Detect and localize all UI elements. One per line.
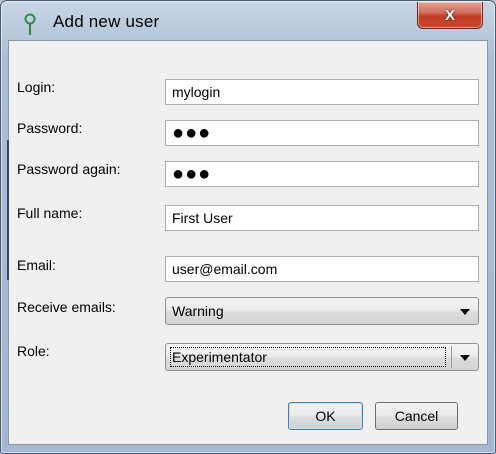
role-select[interactable]: Experimentator <box>165 343 479 371</box>
dropdown-arrow-icon <box>460 309 470 315</box>
login-field[interactable]: mylogin <box>165 79 479 105</box>
title-bar[interactable]: Add new user X <box>1 1 495 41</box>
receive-emails-value: Warning <box>172 303 224 319</box>
cancel-button[interactable]: Cancel <box>375 402 458 430</box>
password-field[interactable]: ●●● <box>165 120 479 146</box>
ok-button[interactable]: OK <box>288 402 363 430</box>
password-label: Password: <box>17 120 83 136</box>
full-name-field[interactable]: First User <box>165 205 479 231</box>
pin-icon <box>24 13 36 35</box>
password-again-field[interactable]: ●●● <box>165 161 479 187</box>
login-label: Login: <box>17 79 56 95</box>
role-value: Experimentator <box>172 349 267 365</box>
select-divider <box>451 346 452 368</box>
frame-edge <box>7 140 9 280</box>
email-label: Email: <box>17 257 56 273</box>
email-field[interactable]: user@email.com <box>165 256 479 282</box>
password-again-label: Password again: <box>17 161 121 177</box>
receive-emails-select[interactable]: Warning <box>165 297 479 325</box>
dropdown-arrow-icon <box>460 355 470 361</box>
full-name-label: Full name: <box>17 205 83 221</box>
window-title: Add new user <box>53 12 160 31</box>
role-label: Role: <box>17 343 50 359</box>
receive-emails-label: Receive emails: <box>17 299 116 315</box>
close-button[interactable]: X <box>417 2 483 29</box>
